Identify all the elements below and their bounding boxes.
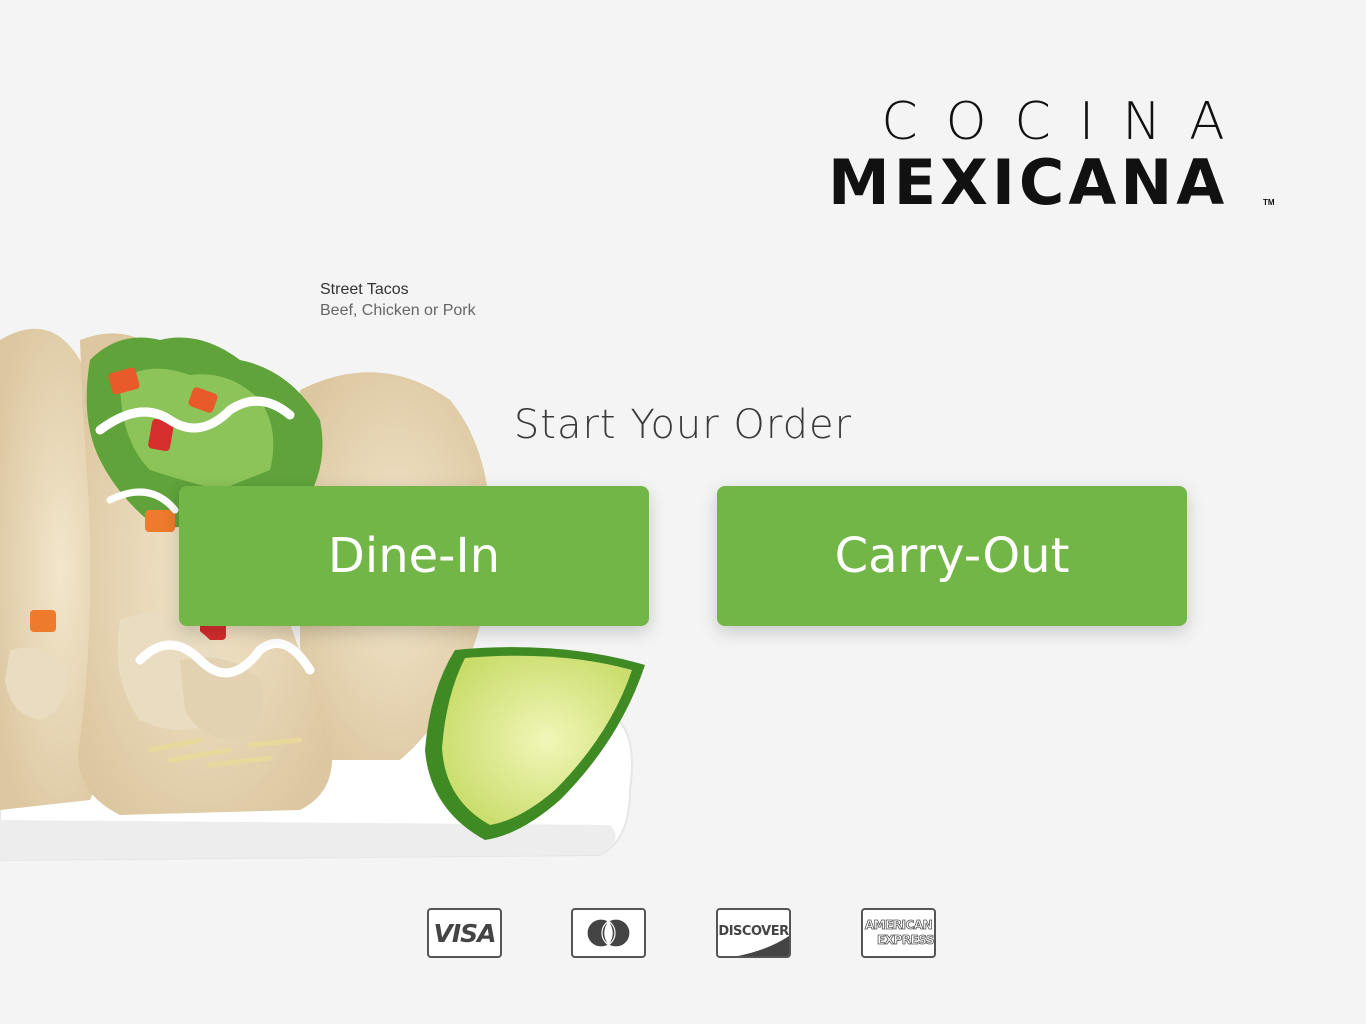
carry-out-button[interactable]: Carry-Out [717,486,1187,626]
amex-label-line1: AMERICAN [864,918,933,933]
visa-card-icon: VISA [427,908,502,958]
amex-label: AMERICAN EXPRESS [863,918,934,948]
mastercard-icon [571,908,646,958]
start-order-heading: Start Your Order [513,402,853,448]
mastercard-circles-icon [586,918,631,948]
dine-in-label: Dine-In [327,528,501,584]
brand-logo: COCINA MEXICANA TM [828,92,1278,219]
featured-item-subtitle: Beef, Chicken or Pork [320,302,476,319]
visa-label: VISA [433,919,496,948]
featured-item-title: Street Tacos [320,281,409,298]
discover-label: DISCOVER [718,924,789,939]
discover-card-icon: DISCOVER [716,908,791,958]
payment-methods: VISA DISCOVER AMERICAN EXPRESS [0,908,1366,962]
brand-logo-line2: MEXICANA [828,146,1229,219]
dine-in-button[interactable]: Dine-In [179,486,649,626]
carry-out-label: Carry-Out [834,528,1070,584]
brand-logo-line1: COCINA [881,92,1253,152]
amex-label-line2: EXPRESS [877,933,934,948]
featured-item-caption: Street Tacos Beef, Chicken or Pork [320,279,476,322]
amex-card-icon: AMERICAN EXPRESS [861,908,936,958]
brand-trademark: TM [1263,198,1275,207]
